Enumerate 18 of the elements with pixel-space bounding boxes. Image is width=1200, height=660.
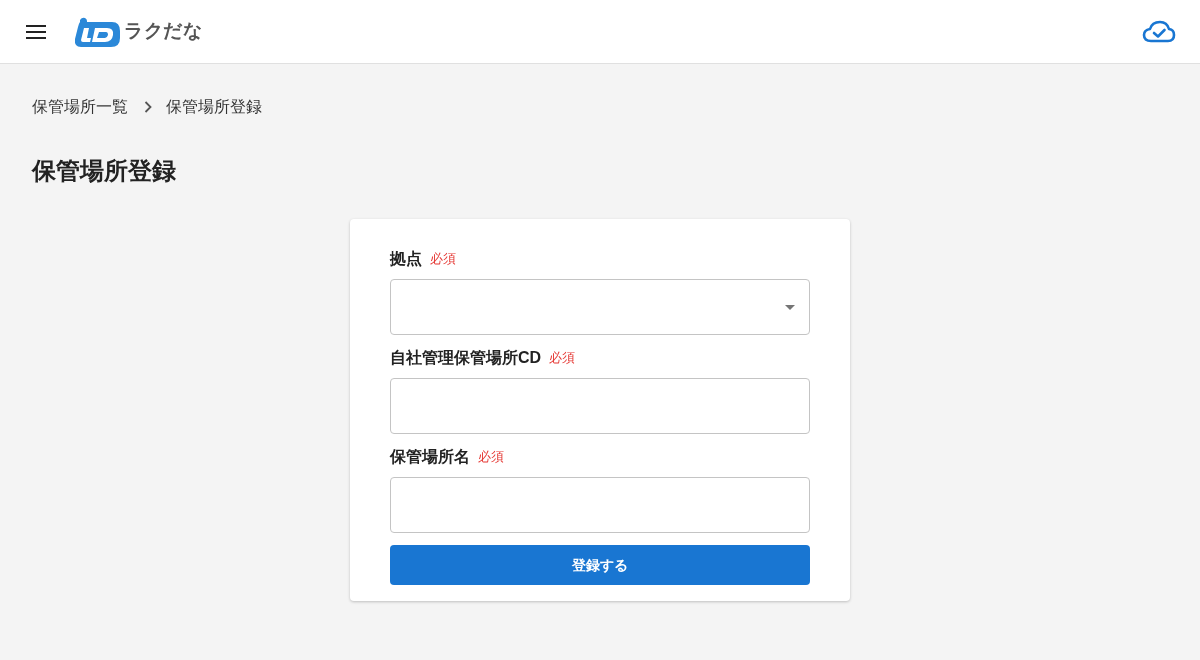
- select-field[interactable]: [390, 279, 810, 335]
- logo-icon: [74, 16, 120, 47]
- page-title: 保管場所登録: [32, 156, 177, 186]
- required-label: 必須: [478, 448, 504, 466]
- required-label: 必須: [430, 250, 456, 268]
- breadcrumb-link[interactable]: 保管場所一覧: [32, 95, 128, 119]
- required-label: 必須: [549, 349, 576, 367]
- field-label: 自社管理保管場所CD: [390, 348, 542, 368]
- cloud-check-icon[interactable]: [1142, 18, 1176, 45]
- input-field[interactable]: [390, 477, 810, 533]
- logo-text: ラクだな: [124, 19, 202, 44]
- field-label: 保管場所名: [390, 447, 470, 467]
- caret-icon: [785, 304, 795, 310]
- submit-button[interactable]: 登録する: [390, 545, 810, 585]
- breadcrumb-current: 保管場所登録: [166, 97, 262, 117]
- field-label: 拠点: [390, 249, 422, 269]
- chevron-right-icon: [144, 101, 152, 113]
- input-field[interactable]: [390, 378, 810, 434]
